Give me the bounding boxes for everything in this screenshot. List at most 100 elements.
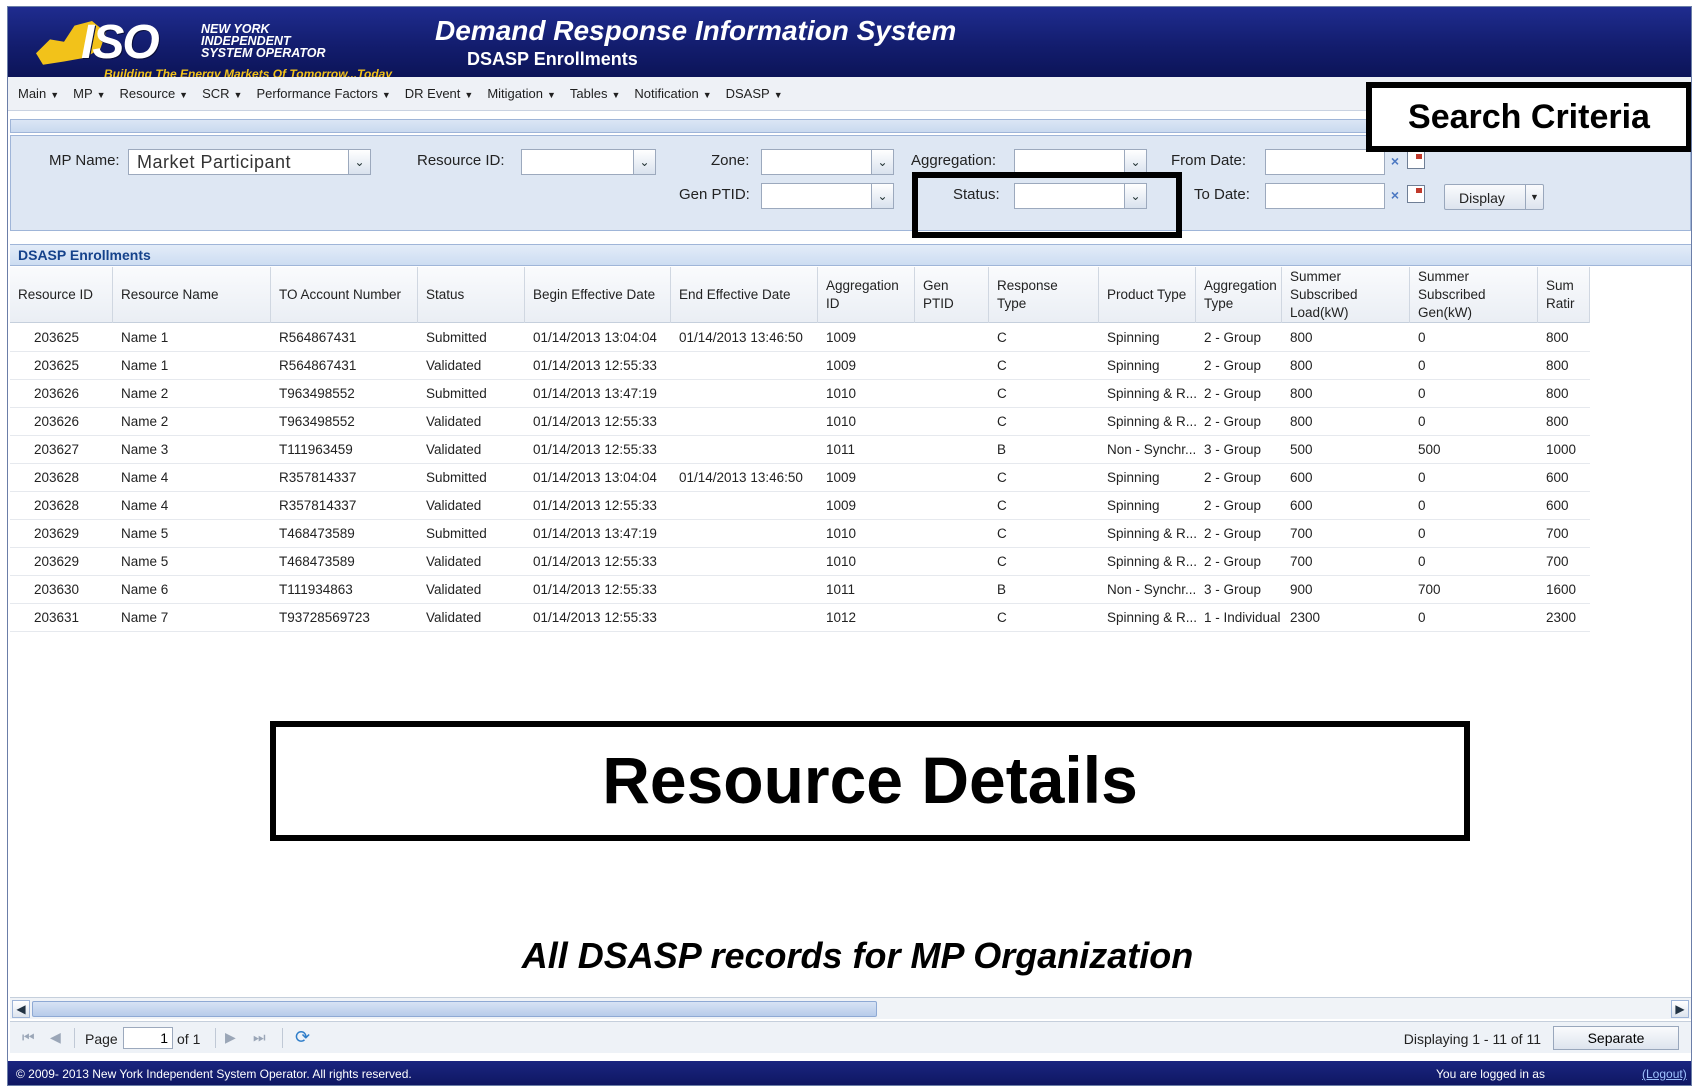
chevron-down-icon[interactable]: ⌄	[633, 150, 655, 174]
column-header[interactable]: End Effective Date	[671, 267, 818, 323]
column-header[interactable]: Resource ID	[10, 267, 113, 323]
table-cell: 1012	[826, 610, 857, 625]
scroll-right-icon[interactable]: ▶	[1671, 1000, 1689, 1018]
table-cell: C	[997, 498, 1007, 513]
next-page-icon[interactable]: ▶	[225, 1029, 236, 1046]
table-cell: 01/14/2013 12:55:33	[533, 554, 657, 569]
logout-link[interactable]: (Logout)	[1642, 1067, 1687, 1081]
table-row[interactable]: 203626 Name 2 T963498552 Submitted 01/14/201…	[10, 380, 1590, 408]
menu-item-scr[interactable]: SCR ▼	[202, 86, 242, 101]
menu-item-resource[interactable]: Resource ▼	[120, 86, 189, 101]
menu-item-performance-factors[interactable]: Performance Factors ▼	[256, 86, 390, 101]
table-cell: C	[997, 554, 1007, 569]
table-row[interactable]: 203629 Name 5 T468473589 Submitted 01/14/201…	[10, 520, 1590, 548]
calendar-icon[interactable]	[1407, 151, 1425, 169]
menu-item-notification[interactable]: Notification ▼	[634, 86, 711, 101]
table-row[interactable]: 203625 Name 1 R564867431 Validated 01/14/201…	[10, 352, 1590, 380]
column-header[interactable]: Begin Effective Date	[525, 267, 671, 323]
table-row[interactable]: 203627 Name 3 T111963459 Validated 01/14/201…	[10, 436, 1590, 464]
mp-name-select[interactable]: Market Participant ⌄	[128, 149, 371, 175]
table-cell: 2 - Group	[1204, 414, 1262, 429]
table-cell: Spinning	[1107, 498, 1160, 513]
menu-item-dr-event[interactable]: DR Event ▼	[405, 86, 474, 101]
table-row[interactable]: 203630 Name 6 T111934863 Validated 01/14/201…	[10, 576, 1590, 604]
scroll-left-icon[interactable]: ◀	[12, 1000, 30, 1018]
table-cell: Validated	[426, 414, 482, 429]
table-cell: 0	[1418, 554, 1426, 569]
chevron-down-icon[interactable]: ⌄	[871, 150, 893, 174]
table-cell	[671, 492, 818, 519]
menu-item-mitigation[interactable]: Mitigation ▼	[487, 86, 556, 101]
menu-item-mp[interactable]: MP ▼	[73, 86, 105, 101]
prev-page-icon[interactable]: ◀	[50, 1029, 61, 1046]
table-cell: 2 - Group	[1204, 526, 1262, 541]
table-row[interactable]: 203631 Name 7 T93728569723 Validated 01/14/2…	[10, 604, 1590, 632]
gen-ptid-label: Gen PTID:	[679, 186, 750, 203]
menu-item-tables[interactable]: Tables ▼	[570, 86, 621, 101]
app-footer: © 2009- 2013 New York Independent System…	[8, 1061, 1691, 1085]
table-cell: 1600	[1546, 582, 1577, 597]
table-row[interactable]: 203628 Name 4 R357814337 Validated 01/14/201…	[10, 492, 1590, 520]
clear-icon[interactable]: ×	[1387, 151, 1403, 171]
table-row[interactable]: 203625 Name 1 R564867431 Submitted 01/14/201…	[10, 324, 1590, 352]
scroll-thumb[interactable]	[32, 1001, 877, 1017]
refresh-icon[interactable]: ⟳	[295, 1027, 310, 1048]
column-header[interactable]: Aggregation Type	[1196, 267, 1282, 323]
table-cell	[915, 352, 989, 379]
first-page-icon[interactable]: ⏮	[22, 1029, 35, 1046]
menu-item-main[interactable]: Main ▼	[18, 86, 59, 101]
table-cell: 1010	[826, 554, 857, 569]
calendar-icon[interactable]	[1407, 185, 1425, 203]
to-date-input[interactable]	[1265, 183, 1385, 209]
caret-down-icon: ▼	[702, 90, 712, 100]
column-header[interactable]: Aggregation ID	[818, 267, 915, 323]
table-cell: 700	[1290, 526, 1313, 541]
horizontal-scrollbar[interactable]: ◀ ▶	[10, 997, 1691, 1019]
chevron-down-icon[interactable]: ⌄	[348, 150, 370, 174]
chevron-down-icon[interactable]: ⌄	[1124, 150, 1146, 174]
column-header[interactable]: Response Type	[989, 267, 1099, 323]
table-cell: Name 5	[121, 526, 169, 541]
table-cell: C	[997, 358, 1007, 373]
chevron-down-icon[interactable]: ▼	[1525, 185, 1543, 209]
menu-item-dsasp[interactable]: DSASP ▼	[726, 86, 783, 101]
table-cell: 700	[1546, 526, 1569, 541]
table-cell: Name 3	[121, 442, 169, 457]
column-header[interactable]: Status	[418, 267, 525, 323]
display-button[interactable]: Display ▼	[1444, 184, 1544, 210]
table-row[interactable]: 203628 Name 4 R357814337 Submitted 01/14/201…	[10, 464, 1590, 492]
column-header[interactable]: Gen PTID	[915, 267, 989, 323]
column-header[interactable]: Summer Subscribed Load(kW)	[1282, 267, 1410, 323]
status-highlight-box	[912, 172, 1182, 238]
table-row[interactable]: 203626 Name 2 T963498552 Validated 01/14/201…	[10, 408, 1590, 436]
gen-ptid-select[interactable]: ⌄	[761, 183, 894, 209]
copyright-text: © 2009- 2013 New York Independent System…	[16, 1067, 412, 1081]
table-cell: Name 1	[121, 330, 169, 345]
table-cell: Submitted	[426, 526, 487, 541]
from-date-input[interactable]	[1265, 149, 1385, 175]
table-cell	[915, 408, 989, 435]
column-header[interactable]: TO Account Number	[271, 267, 418, 323]
table-row[interactable]: 203629 Name 5 T468473589 Validated 01/14/201…	[10, 548, 1590, 576]
table-cell: 800	[1290, 330, 1313, 345]
clear-icon[interactable]: ×	[1387, 185, 1403, 205]
grid-header: Resource ID Resource Name TO Account Numbe…	[10, 267, 1590, 323]
last-page-icon[interactable]: ⏭	[253, 1029, 266, 1046]
column-header[interactable]: Sum Ratir	[1538, 267, 1590, 323]
chevron-down-icon[interactable]: ⌄	[871, 184, 893, 208]
column-header[interactable]: Summer Subscribed Gen(kW)	[1410, 267, 1538, 323]
menu-item-label: Main	[18, 86, 47, 101]
table-cell	[671, 604, 818, 631]
table-cell: 2 - Group	[1204, 358, 1262, 373]
column-header[interactable]: Resource Name	[113, 267, 271, 323]
table-cell	[671, 352, 818, 379]
separate-button[interactable]: Separate	[1553, 1026, 1679, 1050]
page-number-input[interactable]: 1	[123, 1027, 173, 1049]
caret-down-icon: ▼	[233, 90, 243, 100]
column-header[interactable]: Product Type	[1099, 267, 1196, 323]
zone-select[interactable]: ⌄	[761, 149, 894, 175]
separator	[74, 1028, 75, 1048]
resource-id-select[interactable]: ⌄	[521, 149, 656, 175]
table-cell	[671, 548, 818, 575]
table-cell: 1009	[826, 498, 857, 513]
